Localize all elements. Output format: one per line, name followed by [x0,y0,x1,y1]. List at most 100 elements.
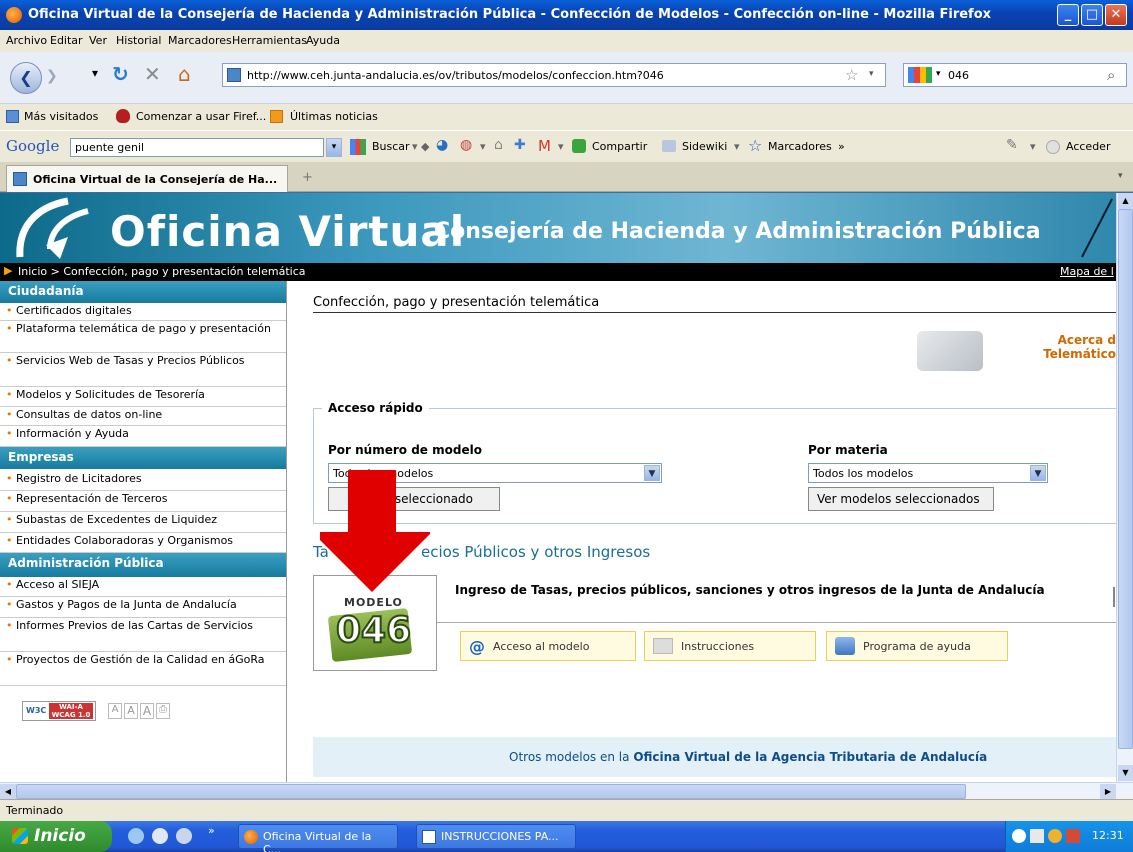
search-icon[interactable]: ⌕ [1107,66,1115,84]
view-models-button[interactable]: Ver modelos seleccionados [808,487,994,511]
wrench-icon[interactable]: ✎ [1006,137,1018,153]
popup-blocker-icon[interactable]: ◍ [460,137,472,153]
sidebar-item-servicios-web[interactable]: Servicios Web de Tasas y Precios Público… [0,353,286,387]
wai-badge[interactable]: W3C WAI-A WCAG 1.0 [22,701,96,721]
font-size-medium[interactable]: A [124,703,138,719]
gmail-dropdown-icon[interactable]: ▾ [558,140,564,153]
sidebar-section-empresas[interactable]: Empresas [0,447,286,469]
new-tab-button[interactable]: + [302,170,313,185]
acerca-link-line2[interactable]: Telemático [1030,347,1116,361]
bookmark-comenzar[interactable]: Comenzar a usar Firef... [136,110,266,123]
stop-icon[interactable]: ✕ [144,62,161,86]
tray-lang-icon[interactable] [1066,829,1080,843]
telematic-icon[interactable] [917,331,983,371]
scroll-down-icon[interactable]: ▼ [1118,765,1133,781]
sidebar-item-agora[interactable]: Proyectos de Gestión de la Calidad en áG… [0,652,286,686]
popup-dropdown-icon[interactable]: ▾ [480,140,486,153]
model-number-dropdown-icon[interactable]: ▼ [644,465,660,481]
site-map-link[interactable]: Mapa de l [1060,265,1114,278]
more-tools-icon[interactable]: » [838,140,845,153]
minimize-button[interactable]: _ [1057,4,1079,26]
tab-list-icon[interactable]: ▾ [1118,171,1123,181]
wrench-dropdown-icon[interactable]: ▾ [1030,140,1036,153]
history-dropdown-icon[interactable]: ▾ [92,66,98,80]
bookmark-ultimas-noticias[interactable]: Últimas noticias [290,110,378,123]
menu-ayuda[interactable]: Ayuda [306,34,340,47]
quicklaunch-media-icon[interactable] [152,828,168,844]
instrucciones-button[interactable]: Instrucciones [644,631,816,661]
horizontal-scroll-thumb[interactable] [16,784,966,799]
menu-archivo[interactable]: Archivo [6,34,47,47]
menu-historial[interactable]: Historial [116,34,161,47]
horizontal-scrollbar[interactable]: ◀ ▶ [0,782,1133,799]
sidebar-item-sieja[interactable]: Acceso al SIEJA [0,577,286,597]
scroll-right-icon[interactable]: ▶ [1100,784,1116,799]
subject-select[interactable]: Todos los modelos ▼ [808,463,1048,483]
vertical-scroll-thumb[interactable] [1118,209,1133,749]
acceso-modelo-button[interactable]: @ Acceso al modelo [460,631,636,661]
quicklaunch-desktop-icon[interactable] [176,828,192,844]
taskbar-item-word[interactable]: INSTRUCCIONES PA... [416,824,576,849]
menu-ver[interactable]: Ver [89,34,107,47]
font-size-small[interactable]: A [108,703,122,719]
search-box[interactable]: ▾ 046 ⌕ [903,63,1127,87]
reload-icon[interactable]: ↻ [112,62,129,86]
forward-button[interactable]: ❯ [46,68,58,84]
scroll-up-icon[interactable]: ▲ [1118,193,1133,209]
tray-back-icon[interactable] [1012,829,1026,843]
sidebar-item-certificados[interactable]: Certificados digitales [0,303,286,321]
igoogle-icon[interactable]: ⌂ [494,137,503,153]
url-dropdown-icon[interactable]: ▾ [869,69,874,79]
quicklaunch-more-icon[interactable]: » [208,824,215,837]
quicklaunch-ie-icon[interactable] [128,828,144,844]
sidebar-item-representacion[interactable]: Representación de Terceros [0,491,286,512]
tray-shield-icon[interactable] [1048,829,1062,843]
gmail-icon[interactable]: M [538,137,551,155]
google-search-input[interactable]: puente genil [70,138,324,157]
footer-link[interactable]: Oficina Virtual de la Agencia Tributaria… [633,750,987,764]
search-engine-icon[interactable] [908,67,932,83]
sidewiki-dropdown-icon[interactable]: ▾ [734,140,740,153]
menu-editar[interactable]: Editar [50,34,83,47]
sidebar-item-informes[interactable]: Informes Previos de las Cartas de Servic… [0,618,286,652]
tab-active[interactable]: Oficina Virtual de la Consejería de Ha..… [6,165,288,192]
sidebar-item-plataforma[interactable]: Plataforma telemática de pago y presenta… [0,321,286,353]
home-icon[interactable]: ⌂ [178,62,191,86]
close-button[interactable]: ✕ [1105,4,1127,26]
marcadores-button[interactable]: Marcadores [768,140,832,153]
menu-herramientas[interactable]: Herramientas [232,34,307,47]
acerca-link-line1[interactable]: Acerca d [1040,333,1116,347]
bookmark-star-icon[interactable]: ☆ [845,66,858,84]
taskbar-item-firefox[interactable]: Oficina Virtual de la C... [238,824,398,852]
buscar-dropdown-icon[interactable]: ▾ ◆ [412,140,429,153]
compartir-button[interactable]: Compartir [592,140,647,153]
vertical-scrollbar[interactable]: ▲ ▼ [1116,193,1133,782]
sidebar-item-licitadores[interactable]: Registro de Licitadores [0,471,286,491]
pagerank-icon[interactable]: ◕ [436,137,448,153]
sidebar-section-administracion[interactable]: Administración Pública [0,553,286,577]
sidebar-item-informacion[interactable]: Información y Ayuda [0,426,286,447]
breadcrumb-text[interactable]: Inicio > Confección, pago y presentación… [18,265,306,278]
add-icon[interactable]: ✚ [514,137,526,153]
start-button[interactable]: Inicio [0,821,112,852]
font-size-large[interactable]: A [140,703,154,719]
sidebar-section-ciudadania[interactable]: Ciudadanía [0,281,286,303]
google-search-dropdown-icon[interactable]: ▾ [326,138,342,157]
print-icon[interactable]: ⎙ [156,703,170,719]
scroll-left-icon[interactable]: ◀ [0,784,16,799]
sidebar-item-consultas[interactable]: Consultas de datos on-line [0,407,286,426]
sidebar-item-subastas[interactable]: Subastas de Excedentes de Liquidez [0,512,286,533]
google-buscar-button[interactable]: Buscar [372,140,410,153]
back-button[interactable]: ❮ [10,62,42,94]
url-bar[interactable]: http://www.ceh.junta-andalucia.es/ov/tri… [222,63,886,87]
maximize-button[interactable]: □ [1081,4,1103,26]
acceder-button[interactable]: Acceder [1066,140,1110,153]
programa-ayuda-button[interactable]: Programa de ayuda [826,631,1008,661]
sidewiki-button[interactable]: Sidewiki [682,140,727,153]
sidebar-item-entidades[interactable]: Entidades Colaboradoras y Organismos [0,533,286,553]
menu-marcadores[interactable]: Marcadores [168,34,232,47]
sidebar-item-modelos-tesoreria[interactable]: Modelos y Solicitudes de Tesorería [0,387,286,407]
search-engine-dropdown-icon[interactable]: ▾ [936,69,941,79]
subject-dropdown-icon[interactable]: ▼ [1030,465,1046,481]
search-input[interactable]: 046 [948,69,969,82]
